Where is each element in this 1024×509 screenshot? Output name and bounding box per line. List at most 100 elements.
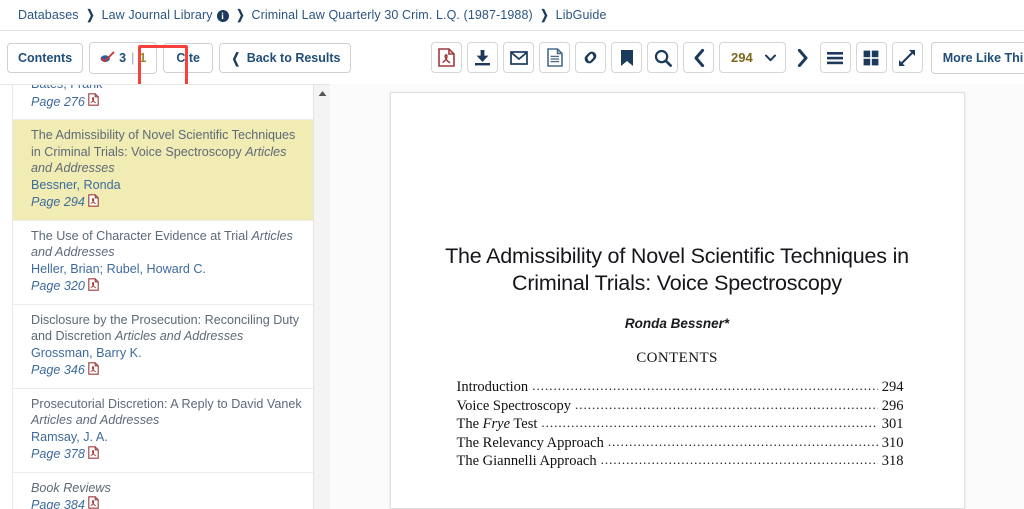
toc-item-page-label: Page 294: [31, 194, 85, 211]
toc-item-title[interactable]: The Admissibility of Novel Scientific Te…: [31, 127, 306, 177]
toc-item-page[interactable]: Page 294: [31, 194, 306, 212]
toc-item-title[interactable]: Prosecutorial Discretion: A Reply to Dav…: [31, 396, 306, 429]
cite-button[interactable]: Cite: [163, 43, 213, 73]
pdf-icon[interactable]: [431, 42, 462, 73]
toc-item[interactable]: The Admissibility of Novel Scientific Te…: [13, 120, 316, 221]
toc-item-author[interactable]: Grossman, Barry K.: [31, 345, 306, 362]
document-author: Ronda Bessner*: [439, 316, 916, 331]
pdf-icon[interactable]: [88, 496, 99, 509]
grid-view-icon[interactable]: [856, 42, 887, 73]
document-contents-heading: CONTENTS: [439, 350, 916, 367]
toc-item-subject: Articles and Addresses: [31, 229, 293, 260]
breadcrumb-item-databases[interactable]: Databases: [18, 8, 79, 22]
toc-item-author[interactable]: Bates, Frank: [31, 85, 306, 93]
contents-row-leader: ........................................…: [608, 433, 878, 451]
toc-item-page[interactable]: Page 346: [31, 362, 306, 380]
previous-page-icon[interactable]: [683, 42, 714, 73]
more-like-this-label: More Like This: [943, 51, 1024, 65]
document-page: The Admissibility of Novel Scientific Te…: [390, 92, 965, 509]
toc-item-author[interactable]: Heller, Brian; Rubel, Howard C.: [31, 261, 306, 278]
marked-count-checked: 3: [119, 51, 126, 65]
contents-row-leader: ........................................…: [601, 451, 878, 469]
next-page-icon[interactable]: [791, 42, 815, 73]
pdf-icon[interactable]: [88, 194, 99, 212]
link-icon[interactable]: [575, 42, 606, 73]
toc-item-title[interactable]: Book Reviews: [31, 480, 306, 497]
pdf-icon[interactable]: [88, 278, 99, 296]
toolbar: Contents 3 | 1 Cite ❮ Back to Results: [0, 31, 1024, 84]
toc-item[interactable]: Book ReviewsPage 384: [13, 473, 316, 509]
pdf-icon[interactable]: [88, 93, 99, 111]
page-number-value: 294: [731, 50, 753, 65]
contents-row: The Frye Test...........................…: [457, 415, 904, 434]
toc-item-title[interactable]: Disclosure by the Prosecution: Reconcili…: [31, 312, 306, 345]
toc-item-author[interactable]: Ramsay, J. A.: [31, 429, 306, 446]
email-icon[interactable]: [503, 42, 534, 73]
document-viewer[interactable]: The Admissibility of Novel Scientific Te…: [330, 84, 1024, 509]
toc-item[interactable]: Prosecutorial Discretion: A Reply to Dav…: [13, 389, 316, 473]
back-to-results-button[interactable]: ❮ Back to Results: [219, 43, 352, 73]
pdf-icon[interactable]: [88, 446, 99, 464]
info-icon[interactable]: i: [217, 10, 229, 22]
contents-button-label: Contents: [18, 51, 72, 65]
contents-button[interactable]: Contents: [7, 43, 83, 73]
contents-row-leader: ........................................…: [541, 414, 877, 432]
marked-count-button[interactable]: 3 | 1: [89, 42, 157, 74]
breadcrumb-item-law-journal-library[interactable]: Law Journal Library: [102, 8, 213, 22]
document-contents-list: Introduction............................…: [439, 378, 916, 471]
toc-item-page[interactable]: Page 384: [31, 496, 306, 509]
more-like-this-button[interactable]: More Like This: [931, 42, 1024, 74]
search-icon[interactable]: [647, 42, 678, 73]
toc-item[interactable]: The Use of Character Evidence at Trial A…: [13, 221, 316, 305]
bookmark-icon[interactable]: [611, 42, 642, 73]
contents-row-page: 318: [882, 453, 904, 471]
toc-item-page[interactable]: Page 276: [31, 93, 306, 111]
fullscreen-icon[interactable]: [892, 42, 923, 73]
download-icon[interactable]: [467, 42, 498, 73]
breadcrumb-separator: ❯: [540, 7, 548, 23]
pdf-icon[interactable]: [88, 362, 99, 380]
contents-row-label: The Relevancy Approach: [457, 435, 604, 453]
breadcrumb-item-journal-volume[interactable]: Criminal Law Quarterly 30 Crim. L.Q. (19…: [251, 8, 532, 22]
contents-row: Introduction............................…: [457, 378, 904, 397]
toolbar-left-group: Contents 3 | 1 Cite ❮ Back to Results: [0, 42, 330, 74]
toc-item[interactable]: Disclosure by the Prosecution: Reconcili…: [13, 305, 316, 389]
document-icon[interactable]: [539, 42, 570, 73]
breadcrumb-separator: ❯: [86, 7, 94, 23]
table-of-contents-list: Bates, FrankPage 276 The Admissibility of…: [12, 85, 317, 509]
breadcrumb-item-libguide[interactable]: LibGuide: [556, 8, 607, 22]
chevron-left-icon: ❮: [232, 51, 240, 65]
contents-row-leader: ........................................…: [575, 396, 878, 414]
breadcrumb-separator: ❯: [236, 7, 244, 23]
contents-row-label: The Frye Test: [457, 416, 538, 434]
sidebar: Bates, FrankPage 276 The Admissibility of…: [0, 84, 330, 509]
main-content: Bates, FrankPage 276 The Admissibility of…: [0, 84, 1024, 509]
toc-item-title[interactable]: The Use of Character Evidence at Trial A…: [31, 228, 306, 261]
toc-item-author[interactable]: Bessner, Ronda: [31, 177, 306, 194]
scroll-up-icon[interactable]: [314, 85, 331, 102]
back-to-results-label: Back to Results: [247, 51, 341, 65]
contents-row-page: 294: [882, 379, 904, 397]
chevron-down-icon: [765, 49, 776, 67]
toc-item-page-label: Page 378: [31, 446, 85, 463]
breadcrumb: Databases ❯ Law Journal Library i ❯ Crim…: [0, 0, 1024, 31]
toc-item-page-label: Page 346: [31, 362, 85, 379]
toc-item-subject: Articles and Addresses: [31, 413, 159, 427]
toc-items-container: Bates, FrankPage 276 The Admissibility of…: [13, 85, 316, 509]
list-view-icon[interactable]: [820, 42, 851, 73]
marked-count-separator: |: [131, 51, 134, 65]
cite-button-label: Cite: [176, 51, 200, 65]
sidebar-scrollbar[interactable]: [313, 85, 330, 509]
check-icon: [100, 50, 115, 66]
toc-item-page[interactable]: Page 320: [31, 278, 306, 296]
contents-row-page: 301: [882, 416, 904, 434]
toc-item-page-label: Page 276: [31, 94, 85, 111]
toc-item-page[interactable]: Page 378: [31, 446, 306, 464]
document-title: The Admissibility of Novel Scientific Te…: [439, 243, 916, 297]
contents-row-label: Introduction: [457, 379, 529, 397]
toc-item[interactable]: Bates, FrankPage 276: [13, 85, 316, 120]
contents-row-label: Voice Spectroscopy: [457, 398, 572, 416]
marked-count-unchecked: 1: [139, 51, 146, 65]
contents-row: The Relevancy Approach..................…: [457, 434, 904, 453]
page-number-select[interactable]: 294: [719, 42, 786, 73]
